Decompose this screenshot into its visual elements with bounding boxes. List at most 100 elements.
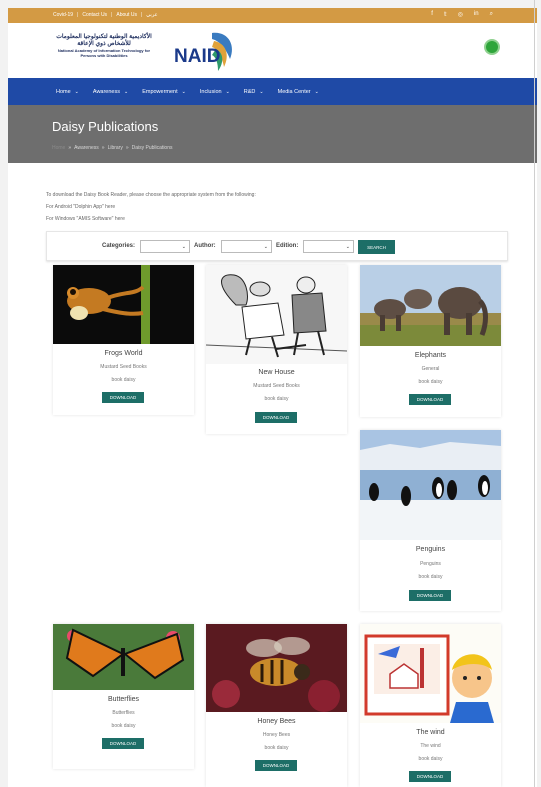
logo-english: National Academy of Information Technolo… <box>57 48 151 58</box>
book-author: The wind <box>420 743 441 749</box>
book-card: Elephants General book daisy DOWNLOAD <box>360 265 501 417</box>
book-author: Mustard Seed Books <box>253 383 300 389</box>
contact-link[interactable]: Contact Us <box>82 12 107 18</box>
chevron-down-icon: ⌄ <box>263 244 268 250</box>
book-title: New House <box>258 369 295 376</box>
download-button[interactable]: DOWNLOAD <box>102 392 144 403</box>
page-frame: Covid-19 | Contact Us | About Us | عربي … <box>8 8 537 787</box>
arabic-link[interactable]: عربي <box>146 12 157 18</box>
book-title: Frogs World <box>104 350 143 357</box>
download-button[interactable]: DOWNLOAD <box>409 394 451 405</box>
social-links: f 𝕥 ◎ in ⌕ <box>431 11 493 18</box>
book-cover-elephants[interactable] <box>360 265 501 346</box>
instagram-icon[interactable]: ◎ <box>458 11 463 18</box>
book-author: Honey Bees <box>262 732 291 738</box>
facebook-icon[interactable]: f <box>431 11 433 18</box>
filter-panel: Categories: ⌄ Author: ⌄ Edition: ⌄ SEARC… <box>46 231 508 261</box>
nav-item-media-center[interactable]: Media Center ⌄ <box>278 89 319 95</box>
android-link[interactable]: For Android "Dolphin App" here <box>46 201 256 213</box>
book-author: Mustard Seed Books <box>100 364 147 370</box>
breadcrumb-home[interactable]: Home <box>52 145 65 151</box>
book-card: The wind The wind book daisy DOWNLOAD <box>360 624 501 787</box>
book-type: book daisy <box>418 379 443 385</box>
book-card: Butterflies Butterflies book daisy DOWNL… <box>53 624 194 769</box>
logo-arabic: الأكاديمية الوطنية لتكنولوجيا المعلومات … <box>56 34 152 47</box>
search-icon[interactable]: ⌕ <box>490 11 493 18</box>
download-button[interactable]: DOWNLOAD <box>255 760 297 771</box>
book-title: Penguins <box>415 546 446 553</box>
linkedin-icon[interactable]: in <box>474 11 479 18</box>
book-type: book daisy <box>418 756 443 762</box>
download-button[interactable]: DOWNLOAD <box>409 771 451 782</box>
nav-items: Home ⌄ Awareness ⌄ Empowerment ⌄ Inclusion ⌄… <box>56 89 319 95</box>
edition-select[interactable]: ⌄ <box>303 240 354 253</box>
breadcrumb-library[interactable]: Library <box>108 145 123 151</box>
author-select[interactable]: ⌄ <box>221 240 272 253</box>
book-type: book daisy <box>111 723 136 729</box>
book-cover-frog[interactable] <box>53 265 194 344</box>
breadcrumb-separator: » <box>68 145 72 151</box>
chevron-down-icon: ⌄ <box>345 244 350 250</box>
separator: | <box>111 12 113 18</box>
accessibility-widget-icon[interactable] <box>486 41 498 53</box>
book-type: book daisy <box>264 396 289 402</box>
chevron-down-icon: ⌄ <box>181 244 186 250</box>
breadcrumb-separator: » <box>125 145 129 151</box>
book-card: Penguins Penguins book daisy DOWNLOAD <box>360 430 501 611</box>
book-cover-the-wind[interactable] <box>360 624 501 723</box>
download-button[interactable]: DOWNLOAD <box>102 738 144 749</box>
nav-item-home[interactable]: Home ⌄ <box>56 89 79 95</box>
book-cover-new-house[interactable] <box>206 265 347 364</box>
svg-text:NAID: NAID <box>174 46 220 67</box>
nav-item-empowerment[interactable]: Empowerment ⌄ <box>142 89 186 95</box>
book-type: book daisy <box>111 377 136 383</box>
twitter-icon[interactable]: 𝕥 <box>444 11 447 18</box>
chevron-down-icon: ⌄ <box>123 89 129 95</box>
naid-logo-icon[interactable]: NAID <box>168 29 240 75</box>
book-cover-honey-bees[interactable] <box>206 624 347 712</box>
book-title: Honey Bees <box>257 718 296 725</box>
nav-item-awareness[interactable]: Awareness ⌄ <box>93 89 128 95</box>
book-card: Frogs World Mustard Seed Books book dais… <box>53 265 194 415</box>
top-bar: Covid-19 | Contact Us | About Us | عربي … <box>8 8 537 23</box>
breadcrumb-separator: » <box>101 145 105 151</box>
logo-text[interactable]: الأكاديمية الوطنية لتكنولوجيا المعلومات … <box>53 34 155 58</box>
nav-item-inclusion[interactable]: Inclusion ⌄ <box>200 89 230 95</box>
separator: | <box>77 12 79 18</box>
edition-label: Edition: <box>276 243 299 249</box>
chevron-down-icon: ⌄ <box>181 89 186 95</box>
categories-label: Categories: <box>102 243 136 249</box>
intro-text: To download the Daisy Book Reader, pleas… <box>46 189 256 225</box>
chevron-down-icon: ⌄ <box>225 89 230 95</box>
search-button[interactable]: SEARCH <box>358 240 395 254</box>
about-link[interactable]: About Us <box>116 12 137 18</box>
page-title: Daisy Publications <box>52 119 159 134</box>
separator: | <box>140 12 143 18</box>
book-cover-butterflies[interactable] <box>53 624 194 690</box>
breadcrumb-current: Daisy Publications <box>131 145 173 151</box>
main-nav: Home ⌄ Awareness ⌄ Empowerment ⌄ Inclusion ⌄… <box>8 78 537 105</box>
chevron-down-icon: ⌄ <box>314 89 319 95</box>
book-title: The wind <box>416 729 445 736</box>
page-hero: Daisy Publications Home » Awareness » Li… <box>8 105 537 163</box>
nav-item-rd[interactable]: R&D ⌄ <box>244 89 264 95</box>
download-button[interactable]: DOWNLOAD <box>255 412 297 423</box>
book-author: Penguins <box>420 561 441 567</box>
book-author: General <box>421 366 440 372</box>
scrollbar-track[interactable] <box>534 0 535 787</box>
download-button[interactable]: DOWNLOAD <box>409 590 451 601</box>
book-type: book daisy <box>264 745 289 751</box>
book-cover-penguins[interactable] <box>360 430 501 540</box>
breadcrumb: Home » Awareness » Library » Daisy Publi… <box>52 145 173 151</box>
windows-link[interactable]: For Windows "AMIS Software" here <box>46 213 256 225</box>
book-author: Butterflies <box>112 710 135 716</box>
breadcrumb-awareness[interactable]: Awareness <box>74 145 99 151</box>
covid-link[interactable]: Covid-19 <box>53 12 73 18</box>
categories-select[interactable]: ⌄ <box>140 240 190 253</box>
intro-line: To download the Daisy Book Reader, pleas… <box>46 192 256 198</box>
site-header: الأكاديمية الوطنية لتكنولوجيا المعلومات … <box>8 23 537 78</box>
book-card: Honey Bees Honey Bees book daisy DOWNLOA… <box>206 624 347 787</box>
top-links: Covid-19 | Contact Us | About Us | عربي <box>53 12 158 18</box>
author-label: Author: <box>194 243 216 249</box>
book-type: book daisy <box>418 574 443 580</box>
